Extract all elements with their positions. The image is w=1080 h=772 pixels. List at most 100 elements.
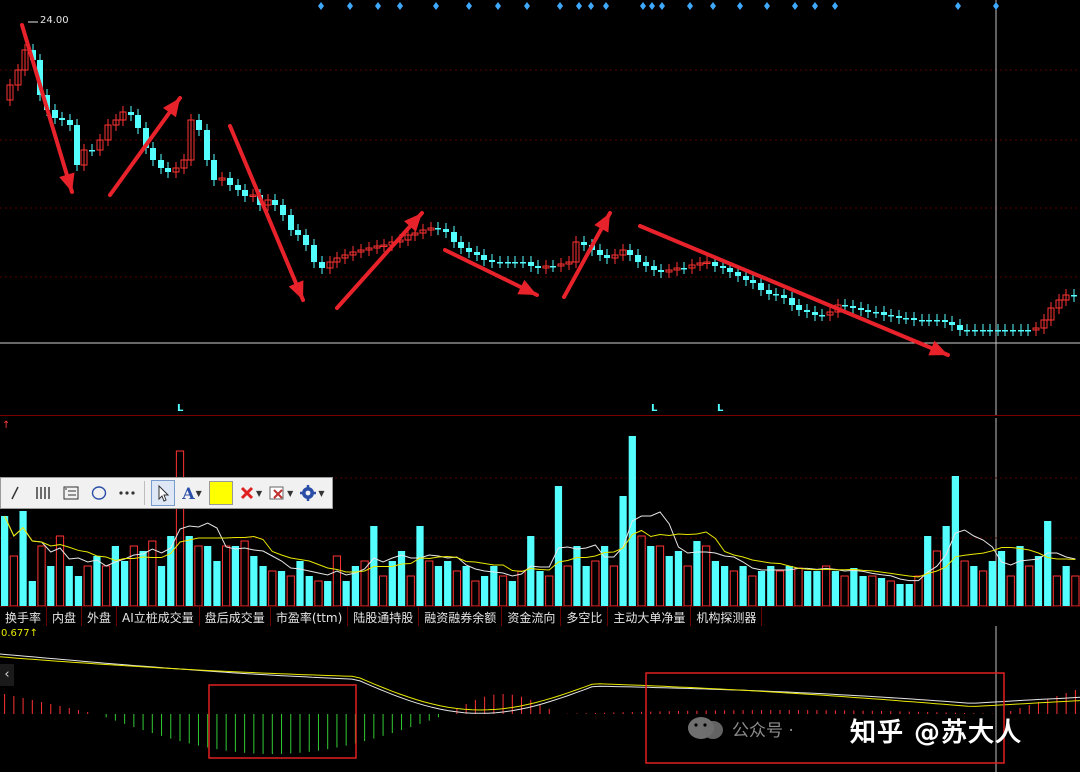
volume-chart[interactable] [0, 418, 1080, 606]
pointer-icon[interactable] [151, 480, 175, 506]
drawing-toolbar: A ▼ ▼ ▼ ▼ [0, 477, 333, 509]
candle-body [481, 255, 487, 260]
volume-bar [1, 516, 9, 606]
volume-bar [794, 567, 803, 606]
settings-icon[interactable]: ▼ [299, 481, 324, 505]
indicator-tab[interactable]: 融资融券余额 [419, 607, 503, 626]
volume-bar [204, 546, 212, 606]
volume-bar [305, 576, 313, 606]
candle-body [67, 120, 73, 125]
indicator-tab[interactable]: 内盘 [47, 607, 83, 626]
indicator-tab[interactable]: 陆股通持股 [348, 607, 420, 626]
volume-bar [19, 511, 27, 606]
candle-body [319, 262, 325, 268]
volume-bar [277, 571, 286, 606]
price-chart-pane[interactable]: 24.00 L L L [0, 0, 1080, 415]
candle-body [295, 230, 301, 235]
indicator-tabs: 换手率 内盘 外盘 AI立桩成交量 盘后成交量 市盈率(ttm) 陆股通持股 融资融券余额 资金… [0, 606, 1080, 627]
indicator-tab[interactable]: AI立桩成交量 [117, 607, 200, 626]
volume-bar [942, 526, 950, 606]
trend-arrow [638, 224, 950, 357]
volume-bar [93, 556, 101, 606]
volume-pane[interactable]: ↑ [0, 418, 1080, 606]
indicator-tab[interactable]: 外盘 [82, 607, 118, 626]
bars-tool-icon[interactable] [32, 481, 54, 505]
candle-body [52, 110, 58, 118]
indicator-tab[interactable]: 主动大单净量 [608, 607, 692, 626]
event-diamond-icon [318, 2, 324, 10]
mark-icon[interactable]: ▼ [268, 481, 293, 505]
indicator-tab[interactable]: 市盈率(ttm) [271, 607, 349, 626]
volume-bar [988, 561, 996, 606]
candle-body [458, 242, 464, 248]
macd-pane[interactable]: 0.677↑ ‹ 公众号 · 知乎 @苏大人 [0, 626, 1080, 772]
candle-body [942, 320, 948, 322]
candle-body [627, 250, 633, 255]
candle-body [980, 330, 986, 332]
volume-bar [481, 576, 489, 606]
volume-bar [508, 581, 516, 606]
candle-body [888, 315, 894, 317]
color-swatch[interactable] [209, 481, 233, 505]
volume-bar [28, 581, 36, 606]
event-diamond-icon [687, 2, 693, 10]
candle-body [995, 330, 1001, 332]
collapse-left-button[interactable]: ‹ [0, 664, 14, 686]
candle-body [987, 330, 993, 332]
event-diamond-icon [792, 2, 798, 10]
indicator-tab[interactable]: 资金流向 [502, 607, 562, 626]
candle-body [581, 242, 587, 245]
indicator-tab[interactable]: 换手率 [0, 607, 48, 626]
candle-body [1025, 330, 1031, 332]
volume-bar [314, 580, 323, 606]
candle-body [489, 260, 495, 262]
volume-bar [111, 546, 119, 606]
candle-body [712, 262, 718, 266]
volume-bar [286, 575, 295, 606]
candle-body [643, 262, 649, 266]
line-tool-icon[interactable] [4, 481, 26, 505]
volume-bar [250, 556, 258, 606]
candle-body [196, 120, 202, 130]
delete-icon[interactable]: ▼ [239, 481, 262, 505]
candle-body [235, 185, 241, 190]
volume-bar [102, 565, 111, 606]
text-box-icon[interactable] [60, 481, 82, 505]
candle-body [165, 168, 171, 172]
volume-bar [121, 561, 129, 606]
candle-body [204, 130, 210, 160]
candle-body [505, 262, 511, 264]
trend-arrow [562, 211, 612, 299]
volume-bar [859, 576, 867, 606]
event-diamond-icon [495, 2, 501, 10]
candle-body [272, 200, 278, 205]
font-icon[interactable]: A ▼ [181, 481, 203, 505]
wechat-watermark: 公众号 · [686, 715, 794, 741]
volume-bar [545, 575, 554, 606]
indicator-tab[interactable]: 盘后成交量 [200, 607, 271, 626]
candle-body [926, 320, 932, 322]
volume-bar [240, 540, 249, 606]
event-diamond-icon [993, 2, 999, 10]
volume-bar [647, 546, 655, 606]
indicator-tab[interactable]: 多空比 [561, 607, 609, 626]
more-icon[interactable] [116, 481, 138, 505]
volume-bar [55, 535, 65, 606]
ellipse-icon[interactable] [88, 481, 110, 505]
candle-body [873, 312, 879, 314]
pane-divider [0, 415, 1080, 416]
volume-bar [997, 551, 1006, 606]
event-diamond-icon [347, 2, 353, 10]
volume-bar [434, 566, 443, 606]
candle-body [604, 255, 610, 258]
volume-bar [1052, 575, 1062, 606]
volume-bar [83, 565, 92, 606]
candlestick-chart[interactable] [0, 0, 1080, 415]
candle-body [812, 312, 818, 315]
volume-bar [702, 545, 711, 606]
macd-chart[interactable] [0, 626, 1080, 772]
indicator-tab[interactable]: 机构探测器 [691, 607, 763, 626]
candle-body [903, 318, 909, 320]
volume-bar [886, 580, 895, 606]
volume-bar [683, 565, 692, 606]
